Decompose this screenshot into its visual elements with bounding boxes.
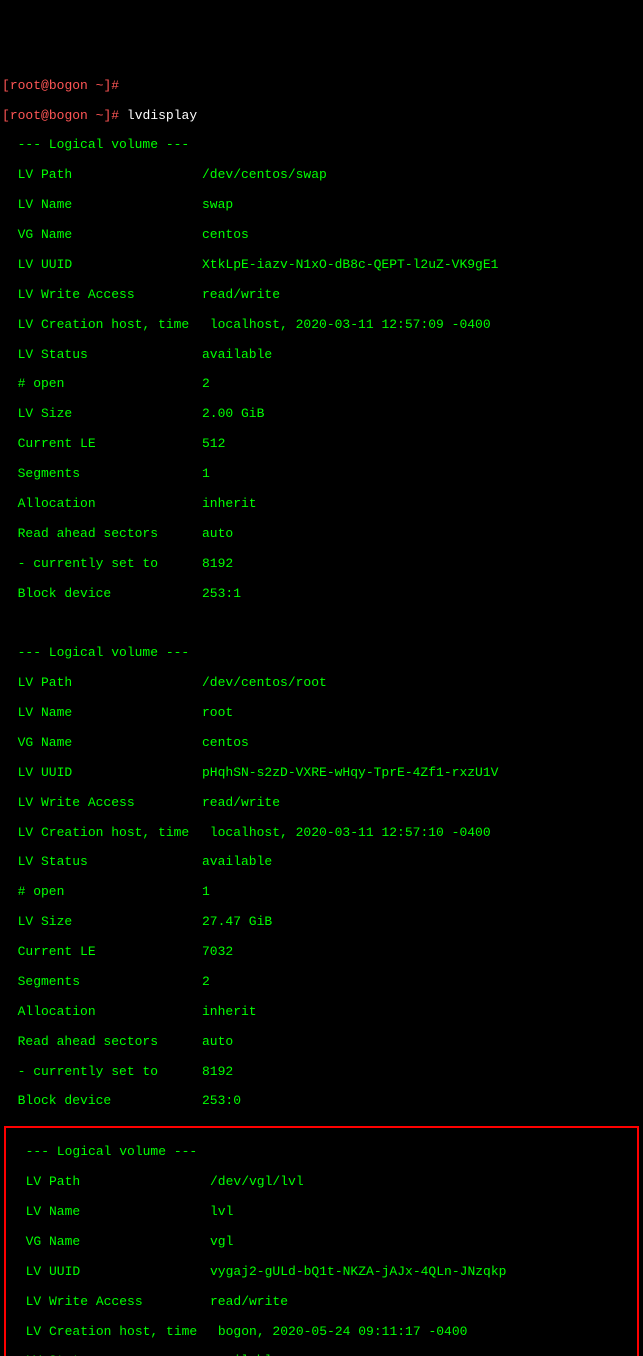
command-text: lvdisplay: [127, 108, 197, 123]
prompt-line-empty[interactable]: [root@bogon ~]#: [2, 79, 641, 94]
lv-separator: --- Logical volume ---: [10, 1145, 633, 1160]
lv-separator: --- Logical volume ---: [2, 138, 641, 153]
lv-field: VG Namecentos: [2, 228, 641, 243]
lv-field: LV Nameroot: [2, 706, 641, 721]
lv-field: LV Creation host, time localhost, 2020-0…: [2, 318, 641, 333]
lv-field: - currently set to8192: [2, 1065, 641, 1080]
highlighted-volume-box: --- Logical volume --- LV Path/dev/vgl/l…: [4, 1126, 639, 1356]
lv-field: LV Creation host, time bogon, 2020-05-24…: [10, 1325, 633, 1340]
lv-field: LV Path/dev/centos/root: [2, 676, 641, 691]
lv-field: LV UUIDpHqhSN-s2zD-VXRE-wHqy-TprE-4Zf1-r…: [2, 766, 641, 781]
lv-field: Read ahead sectorsauto: [2, 527, 641, 542]
lv-field: LV Write Accessread/write: [10, 1295, 633, 1310]
lv-field: # open1: [2, 885, 641, 900]
lv-field: Block device253:0: [2, 1094, 641, 1109]
lv-field: LV Write Accessread/write: [2, 288, 641, 303]
lv-field: LV Path/dev/vgl/lvl: [10, 1175, 633, 1190]
lv-field: Allocationinherit: [2, 1005, 641, 1020]
lv-field: LV Statusavailable: [10, 1354, 633, 1356]
lv-field: LV Write Accessread/write: [2, 796, 641, 811]
lv-field: LV Creation host, time localhost, 2020-0…: [2, 826, 641, 841]
lv-field: VG Namevgl: [10, 1235, 633, 1250]
lv-field: Read ahead sectorsauto: [2, 1035, 641, 1050]
prompt-line-cmd[interactable]: [root@bogon ~]# lvdisplay: [2, 109, 641, 124]
lv-field: LV Nameswap: [2, 198, 641, 213]
terminal-output: [root@bogon ~]# [root@bogon ~]# lvdispla…: [2, 64, 641, 1356]
lv-separator: --- Logical volume ---: [2, 646, 641, 661]
lv-field: LV Statusavailable: [2, 855, 641, 870]
lv-field: LV Size2.00 GiB: [2, 407, 641, 422]
lv-field: # open2: [2, 377, 641, 392]
blank-line: [2, 616, 641, 631]
lv-field: VG Namecentos: [2, 736, 641, 751]
lv-field: LV UUIDXtkLpE-iazv-N1xO-dB8c-QEPT-l2uZ-V…: [2, 258, 641, 273]
lv-field: Segments2: [2, 975, 641, 990]
lv-field: LV UUIDvygaj2-gULd-bQ1t-NKZA-jAJx-4QLn-J…: [10, 1265, 633, 1280]
lv-field: LV Namelvl: [10, 1205, 633, 1220]
lv-field: LV Path/dev/centos/swap: [2, 168, 641, 183]
lv-field: Allocationinherit: [2, 497, 641, 512]
lv-field: Current LE7032: [2, 945, 641, 960]
lv-field: Segments1: [2, 467, 641, 482]
lv-field: LV Statusavailable: [2, 348, 641, 363]
lv-field: Current LE512: [2, 437, 641, 452]
lv-field: Block device253:1: [2, 587, 641, 602]
lv-field: - currently set to8192: [2, 557, 641, 572]
lv-field: LV Size27.47 GiB: [2, 915, 641, 930]
